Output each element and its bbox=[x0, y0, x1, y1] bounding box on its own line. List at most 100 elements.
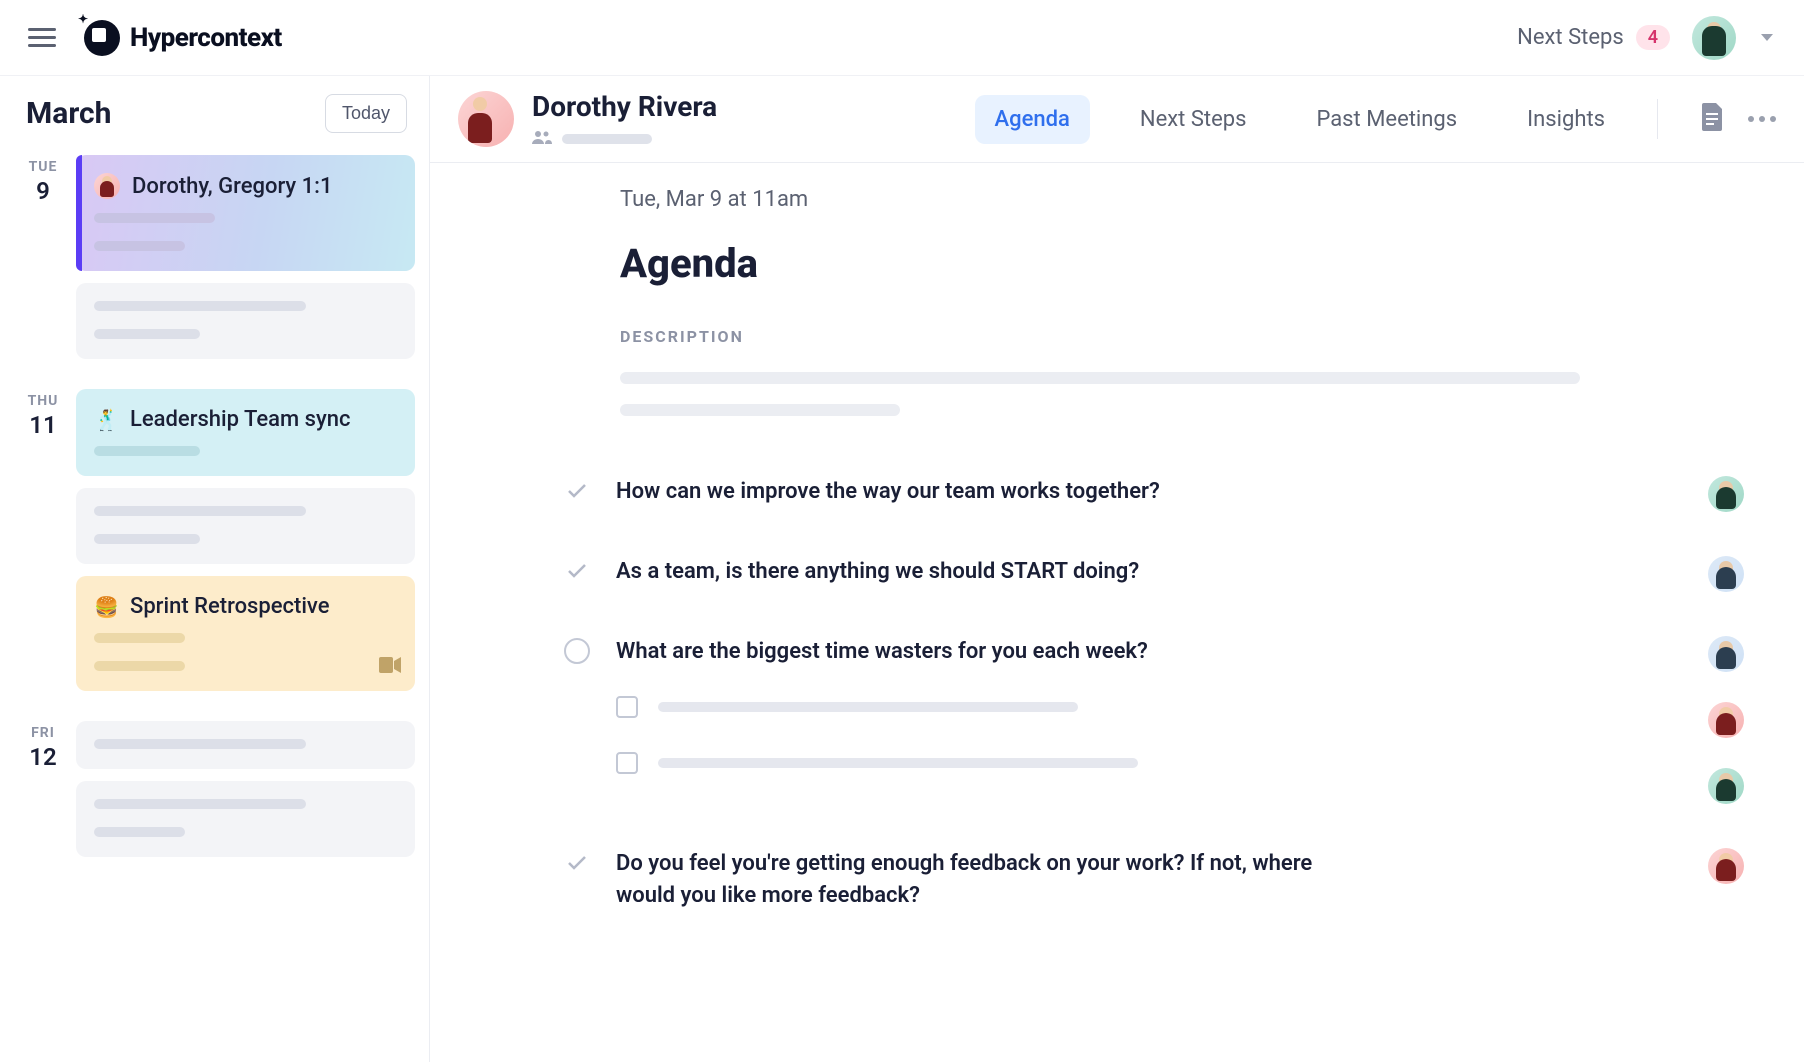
day-num: 11 bbox=[20, 411, 66, 439]
description-label: DESCRIPTION bbox=[620, 327, 1744, 346]
placeholder-line bbox=[94, 213, 215, 223]
day-label: THU 11 bbox=[20, 389, 66, 691]
agenda-item: As a team, is there anything we should S… bbox=[620, 556, 1744, 592]
main: Dorothy Rivera Agenda Next Steps Past Me… bbox=[430, 76, 1804, 1062]
header-actions bbox=[1690, 103, 1776, 135]
subitem-placeholder[interactable] bbox=[658, 758, 1138, 768]
meeting-card-leadership[interactable]: 🕺 Leadership Team sync bbox=[76, 389, 415, 476]
check-icon[interactable] bbox=[564, 850, 590, 876]
meeting-card-dorothy-gregory[interactable]: Dorothy, Gregory 1:1 bbox=[76, 155, 415, 271]
day-dow: FRI bbox=[20, 725, 66, 741]
document-icon[interactable] bbox=[1700, 103, 1724, 135]
item-owner-avatar[interactable] bbox=[1708, 476, 1744, 512]
day-group: FRI 12 bbox=[0, 713, 429, 857]
day-group: TUE 9 Dorothy, Gregory 1:1 bbox=[0, 147, 429, 359]
agenda-item-text[interactable]: Do you feel you're getting enough feedba… bbox=[616, 848, 1356, 912]
current-user-avatar[interactable] bbox=[1692, 16, 1736, 60]
meeting-card-placeholder[interactable] bbox=[76, 283, 415, 359]
meeting-card-title: Dorothy, Gregory 1:1 bbox=[132, 174, 332, 199]
placeholder-line bbox=[94, 739, 306, 749]
day-label: TUE 9 bbox=[20, 155, 66, 359]
agenda-item: How can we improve the way our team work… bbox=[620, 476, 1744, 512]
placeholder-line bbox=[94, 827, 185, 837]
agenda-item-text[interactable]: What are the biggest time wasters for yo… bbox=[616, 636, 1682, 668]
brand-mark-icon bbox=[84, 20, 120, 56]
checkbox[interactable] bbox=[616, 696, 638, 718]
agenda-item: Do you feel you're getting enough feedba… bbox=[620, 848, 1744, 912]
check-icon[interactable] bbox=[564, 478, 590, 504]
placeholder-line bbox=[94, 301, 306, 311]
placeholder-line bbox=[94, 534, 200, 544]
meeting-person: Dorothy Rivera bbox=[458, 90, 717, 148]
app-root: Hypercontext Next Steps 4 March Today bbox=[0, 0, 1804, 1062]
topbar: Hypercontext Next Steps 4 bbox=[0, 0, 1804, 76]
agenda-subitem bbox=[616, 752, 1682, 774]
avatar-icon bbox=[94, 173, 120, 199]
meeting-person-name: Dorothy Rivera bbox=[532, 90, 717, 123]
tab-insights[interactable]: Insights bbox=[1507, 95, 1625, 144]
sidebar-header: March Today bbox=[0, 94, 429, 147]
subitem-placeholder[interactable] bbox=[658, 702, 1078, 712]
placeholder-line bbox=[94, 506, 306, 516]
tab-past-meetings[interactable]: Past Meetings bbox=[1296, 95, 1477, 144]
placeholder-line bbox=[94, 241, 185, 251]
meeting-person-avatar bbox=[458, 91, 514, 147]
day-label: FRI 12 bbox=[20, 721, 66, 857]
meeting-card-placeholder[interactable] bbox=[76, 488, 415, 564]
day-num: 9 bbox=[20, 177, 66, 205]
item-owner-avatar[interactable] bbox=[1708, 636, 1744, 672]
unchecked-circle-icon[interactable] bbox=[564, 638, 590, 664]
tab-next-steps[interactable]: Next Steps bbox=[1120, 95, 1267, 144]
placeholder-line bbox=[94, 633, 185, 643]
agenda-title: Agenda bbox=[620, 240, 1744, 287]
participants-icon bbox=[532, 129, 552, 148]
meeting-datetime: Tue, Mar 9 at 11am bbox=[620, 187, 1744, 212]
agenda-item: What are the biggest time wasters for yo… bbox=[620, 636, 1744, 804]
placeholder-line bbox=[94, 446, 200, 456]
meeting-card-title: Sprint Retrospective bbox=[130, 594, 330, 619]
burger-icon: 🍔 bbox=[94, 595, 118, 619]
meeting-card-placeholder[interactable] bbox=[76, 781, 415, 857]
agenda-item-text[interactable]: As a team, is there anything we should S… bbox=[616, 556, 1682, 588]
body: March Today TUE 9 Dorothy, Gregory 1:1 bbox=[0, 76, 1804, 1062]
meeting-tabs: Agenda Next Steps Past Meetings Insights bbox=[975, 95, 1625, 144]
description-placeholder[interactable] bbox=[620, 372, 1580, 384]
item-owner-avatar[interactable] bbox=[1708, 848, 1744, 884]
next-steps-link[interactable]: Next Steps 4 bbox=[1517, 25, 1670, 50]
meeting-header: Dorothy Rivera Agenda Next Steps Past Me… bbox=[430, 76, 1804, 163]
tab-agenda[interactable]: Agenda bbox=[975, 95, 1090, 144]
meeting-card-title: Leadership Team sync bbox=[130, 407, 350, 432]
next-steps-label: Next Steps bbox=[1517, 25, 1624, 50]
meeting-participants-row bbox=[532, 129, 717, 148]
placeholder-line bbox=[94, 329, 200, 339]
agenda-items: How can we improve the way our team work… bbox=[620, 476, 1744, 912]
agenda-area: Tue, Mar 9 at 11am Agenda DESCRIPTION Ho… bbox=[430, 163, 1804, 1062]
day-group: THU 11 🕺 Leadership Team sync bbox=[0, 381, 429, 691]
placeholder-line bbox=[562, 134, 652, 144]
item-owner-avatar[interactable] bbox=[1708, 768, 1744, 804]
agenda-item-text[interactable]: How can we improve the way our team work… bbox=[616, 476, 1682, 508]
next-steps-count-badge: 4 bbox=[1636, 25, 1670, 50]
check-icon[interactable] bbox=[564, 558, 590, 584]
day-num: 12 bbox=[20, 743, 66, 771]
meeting-card-placeholder[interactable] bbox=[76, 721, 415, 769]
day-dow: THU bbox=[20, 393, 66, 409]
meeting-card-sprint-retro[interactable]: 🍔 Sprint Retrospective bbox=[76, 576, 415, 691]
chevron-down-icon bbox=[1761, 34, 1773, 41]
divider bbox=[1657, 99, 1658, 139]
brand-logo[interactable]: Hypercontext bbox=[84, 20, 282, 56]
month-label: March bbox=[26, 96, 111, 131]
item-owner-avatar[interactable] bbox=[1708, 702, 1744, 738]
menu-icon[interactable] bbox=[28, 24, 56, 52]
checkbox[interactable] bbox=[616, 752, 638, 774]
video-icon bbox=[379, 657, 401, 677]
placeholder-line bbox=[94, 661, 185, 671]
sidebar: March Today TUE 9 Dorothy, Gregory 1:1 bbox=[0, 76, 430, 1062]
item-owner-avatar[interactable] bbox=[1708, 556, 1744, 592]
description-placeholder[interactable] bbox=[620, 404, 900, 416]
more-icon[interactable] bbox=[1748, 116, 1776, 122]
today-button[interactable]: Today bbox=[325, 94, 407, 133]
brand-name: Hypercontext bbox=[130, 23, 282, 53]
day-dow: TUE bbox=[20, 159, 66, 175]
user-menu-caret[interactable] bbox=[1758, 29, 1776, 47]
